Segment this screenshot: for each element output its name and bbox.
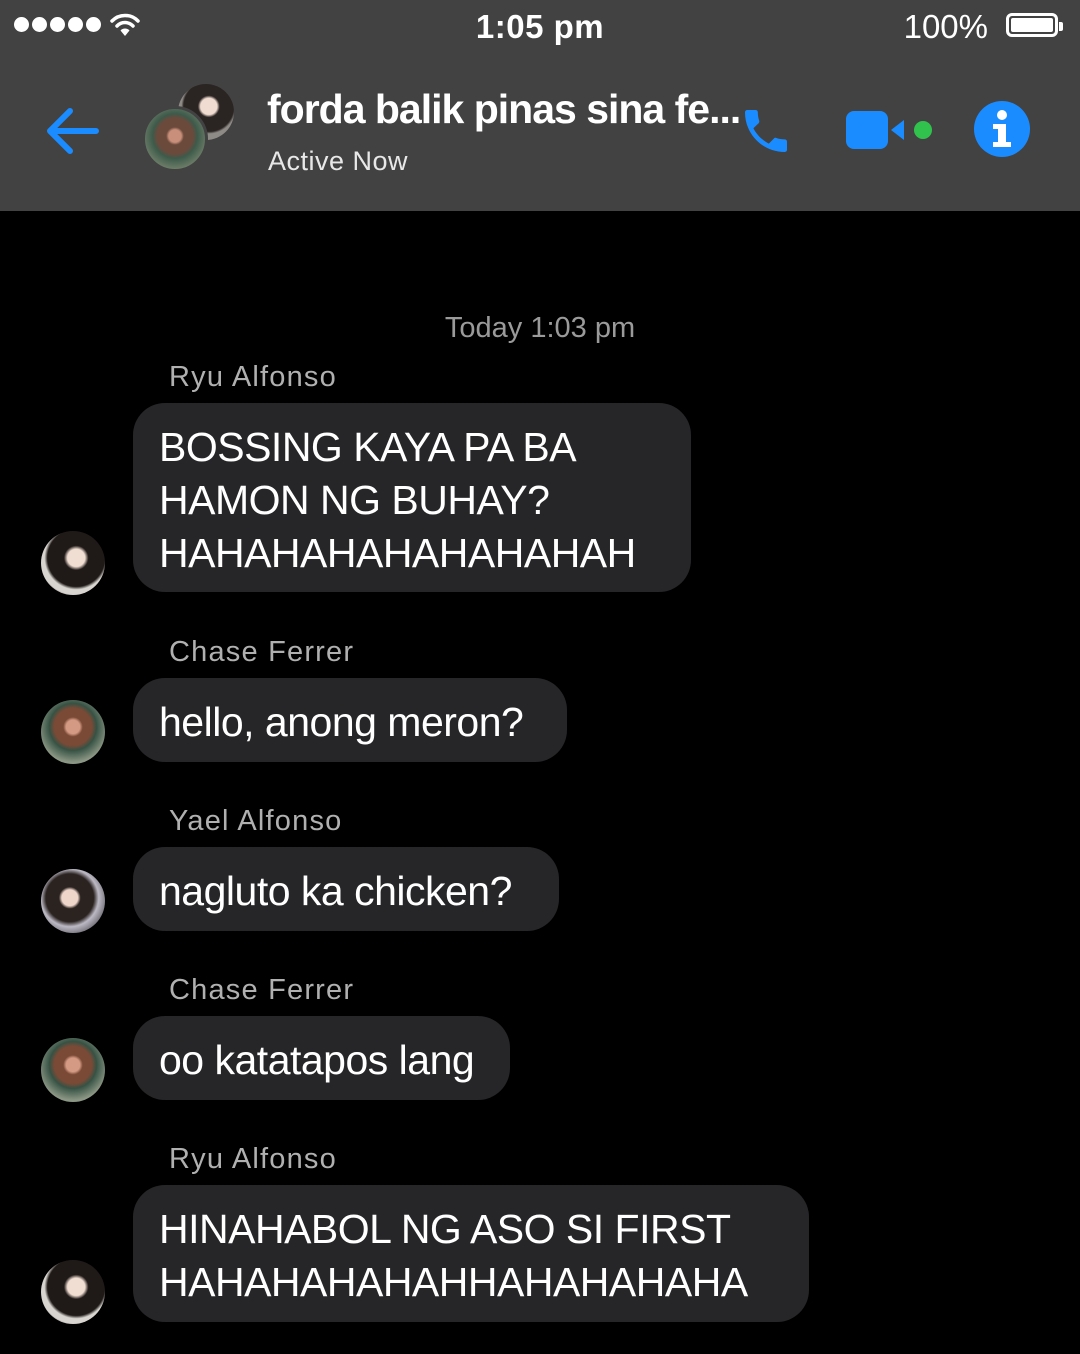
- phone-call-icon[interactable]: [738, 102, 794, 160]
- sender-name: Chase Ferrer: [169, 636, 355, 668]
- avatar[interactable]: [41, 700, 105, 764]
- sender-name: Chase Ferrer: [169, 974, 355, 1006]
- conversation-timestamp: Today 1:03 pm: [444, 312, 636, 344]
- avatar: [142, 106, 208, 172]
- chat-title[interactable]: forda balik pinas sina fe...: [267, 86, 741, 133]
- active-status: Active Now: [268, 146, 409, 176]
- battery-icon: [1006, 13, 1063, 37]
- chat-header: forda balik pinas sina fe... Active Now: [0, 56, 1080, 211]
- message-bubble[interactable]: nagluto ka chicken?: [133, 847, 559, 931]
- info-icon[interactable]: [973, 100, 1031, 158]
- video-call-icon[interactable]: [846, 108, 936, 152]
- avatar[interactable]: [41, 1038, 105, 1102]
- back-arrow-icon[interactable]: [44, 106, 100, 156]
- message-bubble[interactable]: BOSSING KAYA PA BA HAMON NG BUHAY? HAHAH…: [133, 403, 691, 592]
- avatar[interactable]: [41, 531, 105, 595]
- sender-name: Ryu Alfonso: [169, 1143, 337, 1175]
- status-bar: 1:05 pm 100%: [0, 0, 1080, 56]
- message-bubble[interactable]: oo katatapos lang: [133, 1016, 510, 1100]
- avatar[interactable]: [41, 869, 105, 933]
- battery-percentage: 100%: [903, 8, 988, 45]
- message-bubble[interactable]: hello, anong meron?: [133, 678, 567, 762]
- avatar[interactable]: [41, 1260, 105, 1324]
- sender-name: Ryu Alfonso: [169, 361, 337, 393]
- sender-name: Yael Alfonso: [169, 805, 343, 837]
- group-avatar[interactable]: [142, 84, 237, 179]
- message-bubble[interactable]: HINAHABOL NG ASO SI FIRST HAHAHAHAHAHHAH…: [133, 1185, 809, 1322]
